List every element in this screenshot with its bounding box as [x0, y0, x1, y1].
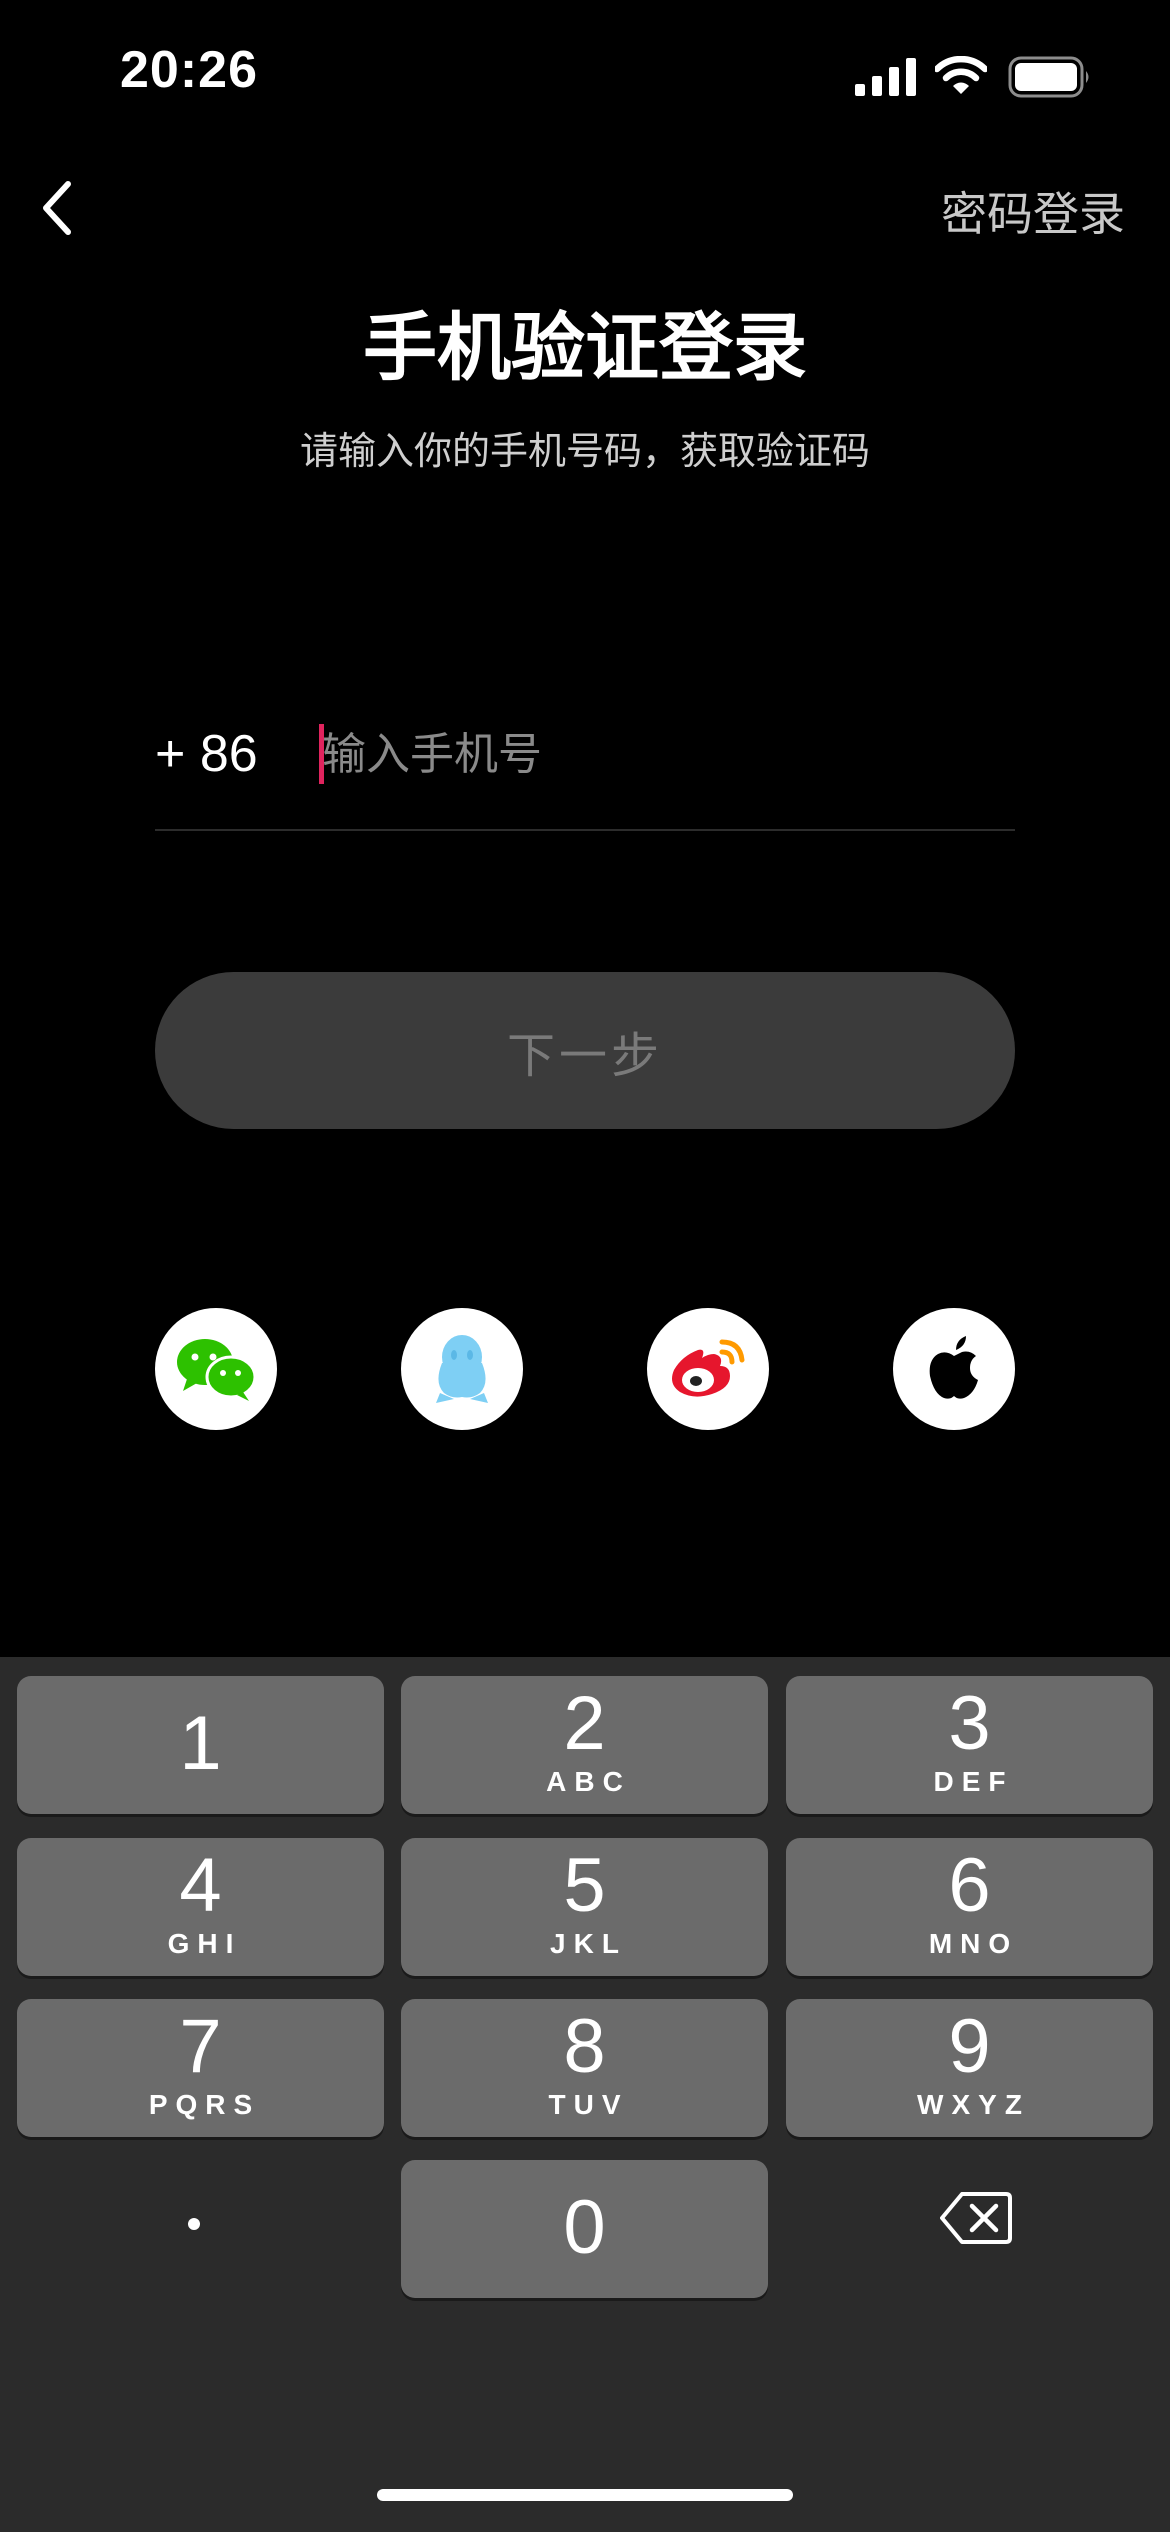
key-digit: 5	[563, 1843, 606, 1928]
key-5[interactable]: 5 JKL	[401, 1838, 768, 1976]
key-6[interactable]: 6 MNO	[786, 1838, 1153, 1976]
input-underline	[155, 829, 1015, 831]
key-letters: ABC	[546, 1766, 631, 1797]
country-code-selector[interactable]: + 86	[155, 724, 258, 784]
key-letters: WXYZ	[917, 2089, 1030, 2120]
key-8[interactable]: 8 TUV	[401, 1999, 768, 2137]
wechat-login-button[interactable]	[155, 1308, 277, 1430]
qq-login-button[interactable]	[401, 1308, 523, 1430]
battery-icon	[1008, 56, 1089, 98]
status-time: 20:26	[120, 41, 258, 99]
apple-icon	[929, 1336, 978, 1399]
key-digit: 0	[563, 2185, 606, 2270]
wechat-icon	[177, 1339, 257, 1401]
key-letters: PQRS	[148, 2089, 261, 2120]
key-digit: 4	[179, 1843, 222, 1928]
key-letters: GHI	[167, 1928, 242, 1959]
weibo-icon	[672, 1339, 745, 1397]
key-decimal-point[interactable]	[188, 2218, 200, 2230]
phone-number-input[interactable]	[322, 716, 1012, 792]
key-9[interactable]: 9 WXYZ	[786, 1999, 1153, 2137]
key-digit: 1	[179, 1701, 222, 1786]
apple-login-button[interactable]	[893, 1308, 1015, 1430]
key-digit: 8	[563, 2004, 606, 2089]
key-digit: 9	[948, 2004, 991, 2089]
key-digit: 2	[563, 1681, 606, 1766]
key-letters: DEF	[933, 1766, 1014, 1797]
weibo-login-button[interactable]	[647, 1308, 769, 1430]
key-7[interactable]: 7 PQRS	[17, 1999, 384, 2137]
key-letters: JKL	[550, 1928, 627, 1959]
key-digit: 3	[948, 1681, 991, 1766]
password-login-link[interactable]: 密码登录	[941, 178, 1125, 244]
home-indicator[interactable]	[377, 2489, 793, 2501]
key-3[interactable]: 3 DEF	[786, 1676, 1153, 1814]
key-1[interactable]: 1	[17, 1676, 384, 1814]
key-4[interactable]: 4 GHI	[17, 1838, 384, 1976]
key-letters: MNO	[928, 1928, 1019, 1959]
key-letters: TUV	[548, 2089, 629, 2120]
page-title: 手机验证登录	[363, 305, 807, 391]
page-subtitle: 请输入你的手机号码，获取验证码	[299, 429, 870, 473]
wifi-icon	[935, 56, 987, 94]
key-2[interactable]: 2 ABC	[401, 1676, 768, 1814]
key-digit: 6	[948, 1843, 991, 1928]
next-step-button[interactable]: 下一步	[155, 972, 1015, 1129]
key-0[interactable]: 0	[401, 2160, 768, 2298]
back-chevron-icon[interactable]	[38, 180, 78, 236]
cellular-signal-icon	[855, 58, 916, 96]
key-digit: 7	[179, 2004, 222, 2089]
delete-backspace-icon[interactable]	[940, 2190, 1012, 2246]
qq-icon	[436, 1335, 488, 1403]
